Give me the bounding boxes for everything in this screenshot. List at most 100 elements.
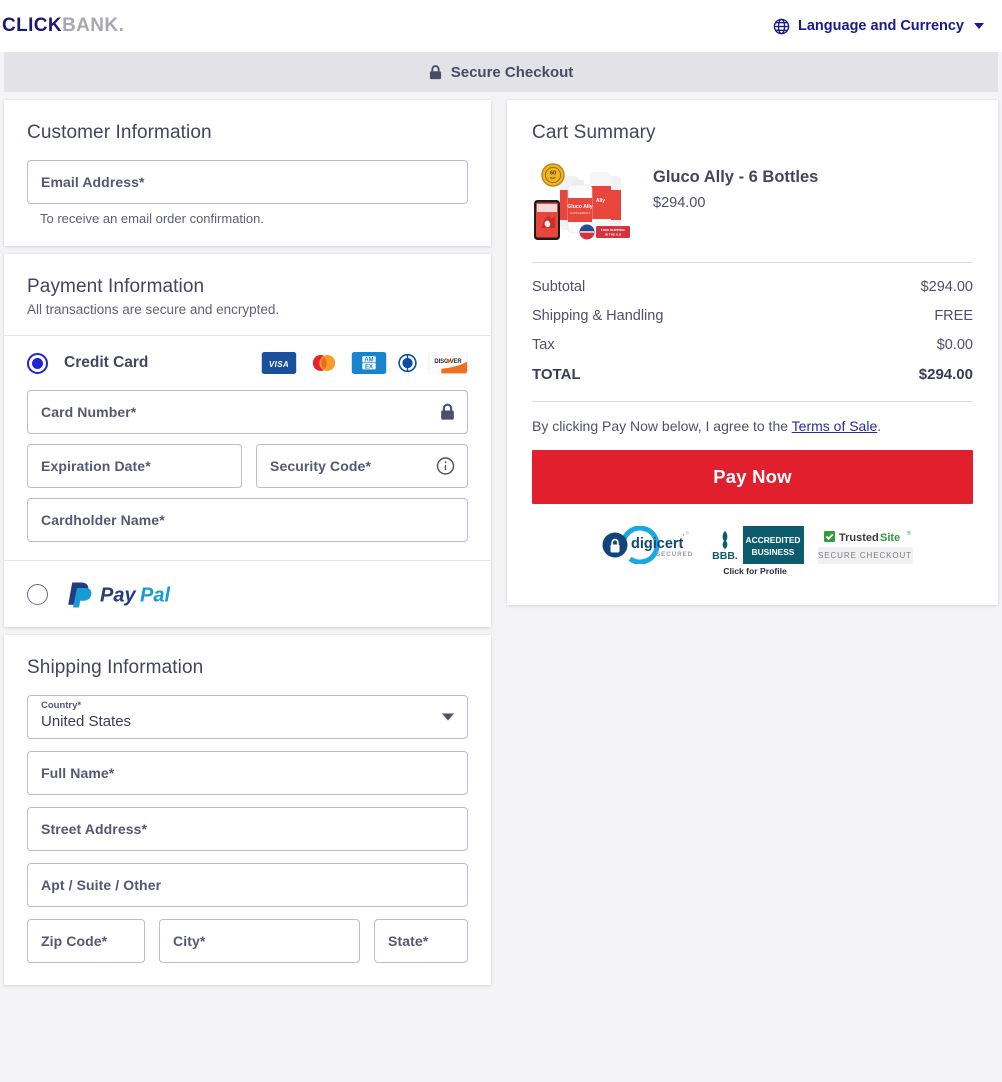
total-label: TOTAL	[532, 366, 581, 383]
payment-information-title: Payment Information	[27, 276, 205, 297]
visa-icon: VISA	[261, 352, 297, 374]
tax-value: $0.00	[936, 337, 973, 353]
city-field[interactable]: City*	[159, 919, 360, 963]
svg-text:AM: AM	[364, 357, 373, 363]
product-image: Ally Gluco Ally SUPPLEMENT 60 DAY FREE S…	[532, 160, 637, 242]
svg-text:®: ®	[685, 530, 689, 537]
email-placeholder: Email Address*	[41, 174, 145, 190]
card-number-field[interactable]: Card Number*	[27, 390, 468, 434]
credit-card-label: Credit Card	[64, 354, 149, 371]
subtotal-value: $294.00	[920, 279, 973, 295]
terms-of-sale-link[interactable]: Terms of Sale	[792, 418, 878, 434]
trustedsite-badge-icon[interactable]: Trusted Site ® SECURE CHECKOUT	[817, 526, 913, 569]
svg-text:EX: EX	[365, 364, 373, 370]
paypal-radio[interactable]	[27, 583, 48, 605]
cart-item-details: Gluco Ally - 6 Bottles $294.00	[653, 160, 818, 211]
full-name-placeholder: Full Name*	[41, 765, 115, 781]
email-field[interactable]: Email Address*	[27, 160, 468, 204]
subtotal-label: Subtotal	[532, 279, 586, 295]
zip-code-field[interactable]: Zip Code*	[27, 919, 145, 963]
logo-text-click: CLICK	[2, 15, 63, 36]
chevron-down-icon	[974, 23, 984, 29]
street-address-field[interactable]: Street Address*	[27, 807, 468, 851]
address-locality-row: Zip Code* City* State*	[27, 919, 468, 963]
discover-icon: DISC VER	[428, 352, 468, 374]
lock-icon	[429, 64, 442, 80]
expiration-date-placeholder: Expiration Date*	[41, 458, 151, 474]
trust-badges: digicert ' SECURED ® BBB. ACCREDITED BUS…	[532, 525, 973, 581]
terms-agreement: By clicking Pay Now below, I agree to th…	[532, 418, 973, 434]
shipping-information-card: Shipping Information Country* United Sta…	[4, 635, 491, 985]
shipping-label: Shipping & Handling	[532, 308, 664, 324]
divider	[532, 262, 973, 263]
paypal-logo: Pay Pal	[64, 579, 192, 609]
svg-text:IN THE U.S: IN THE U.S	[605, 232, 621, 236]
payment-information-card: Payment Information All transactions are…	[4, 254, 491, 627]
email-helper-text: To receive an email order confirmation.	[40, 211, 264, 226]
zip-code-placeholder: Zip Code*	[41, 933, 108, 949]
left-column: Customer Information Email Address* To r…	[4, 100, 491, 993]
divider	[532, 401, 973, 402]
svg-text:Gluco Ally: Gluco Ally	[567, 204, 593, 210]
svg-text:®: ®	[907, 530, 911, 537]
cardholder-name-field[interactable]: Cardholder Name*	[27, 498, 468, 542]
logo-text-dot: .	[118, 15, 125, 36]
state-field[interactable]: State*	[374, 919, 468, 963]
cart-summary-title: Cart Summary	[532, 122, 656, 143]
total-row: TOTAL $294.00	[532, 366, 973, 383]
card-number-placeholder: Card Number*	[41, 404, 137, 420]
subtotal-row: Subtotal $294.00	[532, 279, 973, 295]
svg-text:SECURE CHECKOUT: SECURE CHECKOUT	[818, 551, 912, 560]
chevron-down-icon	[442, 713, 454, 721]
cardholder-name-placeholder: Cardholder Name*	[41, 512, 165, 528]
country-select[interactable]: Country* United States	[27, 695, 468, 739]
clickbank-logo[interactable]: CLICK BANK.	[0, 15, 124, 37]
info-icon[interactable]	[436, 457, 455, 476]
lock-icon	[440, 403, 455, 421]
svg-text:Site: Site	[880, 532, 900, 544]
language-and-currency-selector[interactable]: Language and Currency	[773, 18, 984, 35]
city-placeholder: City*	[173, 933, 206, 949]
amex-icon: AM EX	[351, 352, 387, 374]
checkout-page: CLICK BANK. Language and Currency Secure…	[0, 0, 1002, 1082]
apt-suite-other-field[interactable]: Apt / Suite / Other	[27, 863, 468, 907]
payment-information-subtitle: All transactions are secure and encrypte…	[27, 302, 280, 317]
shipping-information-title: Shipping Information	[27, 657, 204, 678]
secure-checkout-banner: Secure Checkout	[4, 52, 998, 92]
card-brand-logos: VISA AM EX DISC VER	[261, 352, 468, 374]
svg-text:Pay: Pay	[100, 585, 136, 607]
pay-now-button[interactable]: Pay Now	[532, 450, 973, 504]
bbb-accredited-business-badge-icon[interactable]: BBB. ACCREDITED BUSINESS Click for Profi…	[706, 526, 804, 581]
credit-card-radio[interactable]	[27, 352, 48, 374]
globe-icon	[773, 18, 790, 35]
logo-text-bank: BANK	[62, 15, 119, 36]
payment-method-credit-card[interactable]: Credit Card VISA AM EX DISC VER	[4, 336, 491, 390]
shipping-value: FREE	[934, 308, 973, 324]
customer-information-title: Customer Information	[27, 122, 212, 143]
security-code-field[interactable]: Security Code*	[256, 444, 468, 488]
cart-item-price: $294.00	[653, 195, 706, 211]
svg-text:Pal: Pal	[140, 585, 170, 607]
payment-method-paypal[interactable]: Pay Pal	[4, 561, 491, 627]
security-code-placeholder: Security Code*	[270, 458, 371, 474]
cart-item-name: Gluco Ally - 6 Bottles	[653, 168, 819, 186]
right-column: Cart Summary Ally Gluco Ally SUPPLEMENT …	[507, 100, 998, 613]
svg-text:VISA: VISA	[269, 360, 289, 369]
svg-text:ACCREDITED: ACCREDITED	[745, 535, 800, 545]
svg-text:Click for Profile: Click for Profile	[723, 566, 787, 576]
mastercard-icon	[306, 352, 342, 374]
svg-text:digicert: digicert	[631, 536, 684, 552]
full-name-field[interactable]: Full Name*	[27, 751, 468, 795]
svg-text:DAY: DAY	[550, 176, 556, 180]
svg-text:SECURED: SECURED	[656, 551, 693, 558]
svg-text:60: 60	[550, 170, 556, 176]
expiration-date-field[interactable]: Expiration Date*	[27, 444, 242, 488]
digicert-badge-icon[interactable]: digicert ' SECURED ®	[592, 525, 693, 569]
state-placeholder: State*	[388, 933, 429, 949]
radio-dot	[32, 357, 43, 369]
country-value: United States	[41, 713, 132, 730]
tax-label: Tax	[532, 337, 555, 353]
svg-text:BUSINESS: BUSINESS	[751, 547, 794, 557]
top-header: CLICK BANK. Language and Currency	[0, 0, 1002, 52]
diners-club-icon	[396, 352, 419, 374]
